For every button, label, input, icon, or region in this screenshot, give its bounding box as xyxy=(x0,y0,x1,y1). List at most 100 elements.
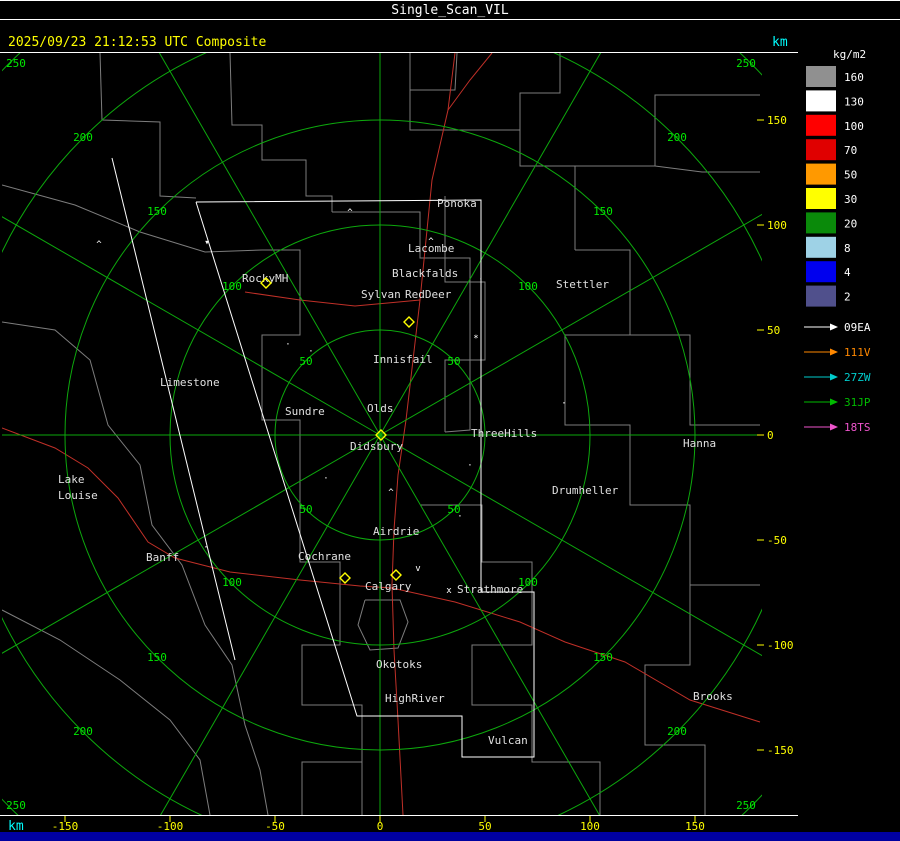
ring-range-label: 150 xyxy=(593,651,613,664)
ring-range-label: 100 xyxy=(222,280,242,293)
point-marker-icon: · xyxy=(308,347,313,357)
city-label: RedDeer xyxy=(405,288,452,301)
point-marker-icon: v xyxy=(415,564,420,574)
axis-label-bottom: 50 xyxy=(478,820,491,833)
city-label: Sylvan xyxy=(361,288,401,301)
legend-swatch xyxy=(806,90,836,112)
point-marker-icon: · xyxy=(323,474,328,484)
ring-range-label: 250 xyxy=(736,799,756,812)
legend-value-label: 70 xyxy=(844,144,857,157)
point-marker-icon: · xyxy=(478,275,483,285)
ring-range-label: 200 xyxy=(73,725,93,738)
point-marker-icon: ^ xyxy=(96,240,102,250)
point-marker-icon: ▾ xyxy=(204,238,209,248)
axis-label-bottom: 0 xyxy=(377,820,384,833)
axis-label-bottom: 100 xyxy=(580,820,600,833)
axis-label-right: -150 xyxy=(767,744,794,757)
timestamp-label: 2025/09/23 21:12:53 UTC Composite xyxy=(8,35,266,50)
city-label: Innisfail xyxy=(373,353,433,366)
legend-swatch xyxy=(806,188,836,209)
city-label: Limestone xyxy=(160,376,220,389)
axis-label-bottom: 150 xyxy=(685,820,705,833)
city-label: Sundre xyxy=(285,405,325,418)
city-label: Louise xyxy=(58,489,98,502)
screen-canvas: Single_Scan_VIL 2025/09/23 21:12:53 UTC … xyxy=(0,0,900,841)
axis-label-bottom: -50 xyxy=(265,820,285,833)
bottom-bar xyxy=(0,832,900,841)
legend-value-label: 30 xyxy=(844,193,857,206)
axis-label-bottom: -150 xyxy=(52,820,79,833)
point-marker-icon: ^ xyxy=(388,488,394,498)
legend-swatch xyxy=(806,139,836,161)
point-marker-icon: · xyxy=(203,543,208,553)
axis-label-right: -50 xyxy=(767,534,787,547)
city-label: Vulcan xyxy=(488,734,528,747)
legend-value-label: 8 xyxy=(844,242,851,255)
ring-range-label: 50 xyxy=(299,503,312,516)
point-marker-icon: · xyxy=(467,461,472,471)
legend-swatch xyxy=(806,261,836,283)
legend-value-label: 50 xyxy=(844,169,857,182)
city-label: Drumheller xyxy=(552,484,619,497)
point-marker-icon: · xyxy=(285,340,290,350)
city-label: Hanna xyxy=(683,437,716,450)
city-label: Didsbury xyxy=(350,440,403,453)
radar-id-label: 111V xyxy=(844,346,871,359)
radar-id-label: 27ZW xyxy=(844,371,871,384)
legend-swatch xyxy=(806,236,836,258)
city-label: Lake xyxy=(58,473,85,486)
city-label: Stettler xyxy=(556,278,609,291)
legend-swatch xyxy=(806,212,836,234)
city-label: Calgary xyxy=(365,580,412,593)
point-marker-icon: · xyxy=(457,512,462,522)
ring-range-label: 150 xyxy=(147,651,167,664)
ring-range-label: 150 xyxy=(593,205,613,218)
city-label: Blackfalds xyxy=(392,267,458,280)
legend-value-label: 100 xyxy=(844,120,864,133)
city-label: Banff xyxy=(146,551,179,564)
ring-range-label: 200 xyxy=(667,725,687,738)
ring-range-label: 200 xyxy=(667,131,687,144)
point-marker-icon: ^ xyxy=(428,237,434,247)
radar-id-label: 18TS xyxy=(844,421,871,434)
city-label: Ponoka xyxy=(437,197,477,210)
axis-label-right: 100 xyxy=(767,219,787,232)
legend-swatch xyxy=(806,114,836,136)
radar-viewer-window: Single_Scan_VIL 2025/09/23 21:12:53 UTC … xyxy=(0,0,900,841)
city-label: Airdrie xyxy=(373,525,419,538)
ring-range-label: 150 xyxy=(147,205,167,218)
legend-value-label: 20 xyxy=(844,217,857,230)
legend-value-label: 4 xyxy=(844,266,851,279)
radar-id-label: 31JP xyxy=(844,396,871,409)
point-marker-icon: ^ xyxy=(347,208,353,218)
right-axis-unit-label: km xyxy=(772,35,788,50)
bottom-axis-unit-label: km xyxy=(8,819,24,834)
point-marker-icon: * xyxy=(473,334,478,344)
point-marker-icon: x xyxy=(446,586,452,596)
ring-range-label: 50 xyxy=(447,355,460,368)
legend-value-label: 130 xyxy=(844,95,864,108)
city-label: Cochrane xyxy=(298,550,351,563)
background xyxy=(0,0,900,841)
axis-label-right: -100 xyxy=(767,639,794,652)
city-label: HighRiver xyxy=(385,692,445,705)
axis-label-right: 0 xyxy=(767,429,774,442)
ring-range-label: 250 xyxy=(6,57,26,70)
radar-id-label: 09EA xyxy=(844,321,871,334)
legend-swatch xyxy=(806,285,836,307)
legend-unit-label: kg/m2 xyxy=(833,48,866,61)
axis-label-bottom: -100 xyxy=(157,820,184,833)
city-label: ThreeHills xyxy=(471,427,537,440)
city-label: Brooks xyxy=(693,690,733,703)
axis-label-right: 150 xyxy=(767,114,787,127)
legend-value-label: 2 xyxy=(844,291,851,304)
window-title: Single_Scan_VIL xyxy=(391,3,509,18)
legend-value-label: 160 xyxy=(844,71,864,84)
point-marker-icon: · xyxy=(561,399,566,409)
axis-label-right: 50 xyxy=(767,324,780,337)
city-label: Olds xyxy=(367,402,394,415)
ring-range-label: 200 xyxy=(73,131,93,144)
ring-range-label: 250 xyxy=(736,57,756,70)
city-label: Okotoks xyxy=(376,658,422,671)
city-label: Strathmore xyxy=(457,583,523,596)
